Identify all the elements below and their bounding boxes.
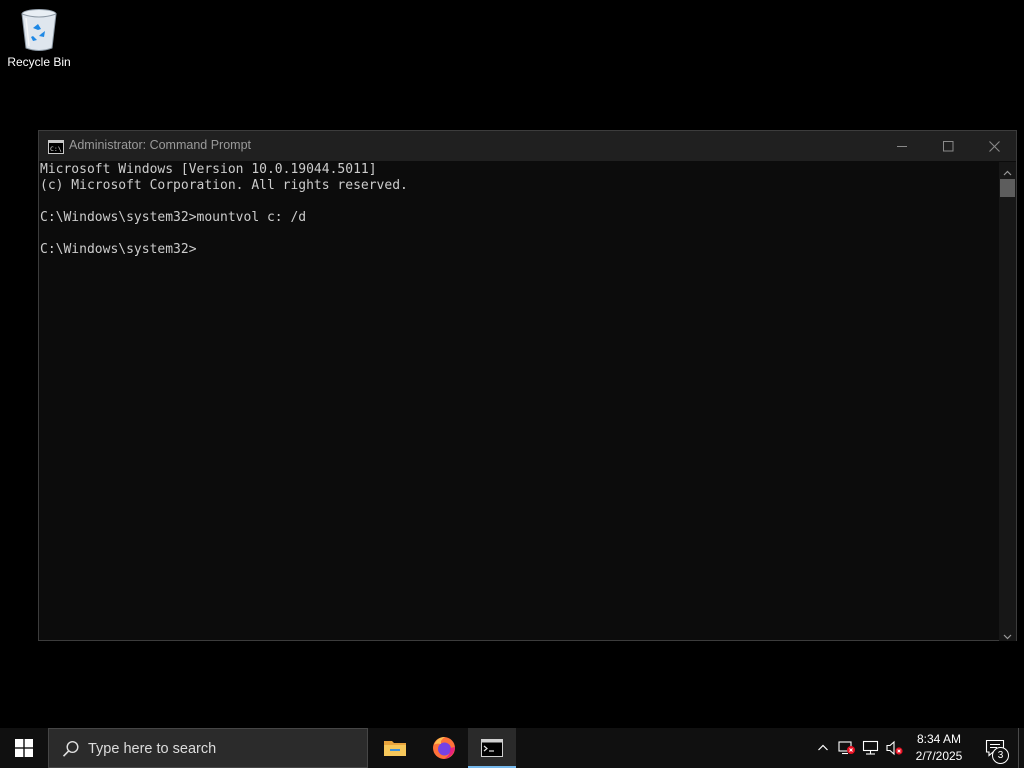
vertical-scrollbar[interactable] — [999, 162, 1016, 641]
tray-security-button[interactable] — [836, 728, 858, 768]
console-line: (c) Microsoft Corporation. All rights re… — [40, 178, 408, 193]
desktop-icon-label: Recycle Bin — [7, 55, 71, 69]
taskbar-firefox[interactable] — [420, 728, 468, 768]
window-title: Administrator: Command Prompt — [69, 138, 252, 152]
notification-count-badge: 3 — [992, 747, 1009, 764]
taskbar-file-explorer[interactable] — [371, 728, 419, 768]
command-prompt-window[interactable]: C:\ Administrator: Command Prompt Micros… — [38, 130, 1017, 641]
security-alert-icon — [838, 741, 855, 755]
console-line: Microsoft Windows [Version 10.0.19044.50… — [40, 162, 377, 177]
scroll-thumb[interactable] — [1000, 179, 1015, 197]
tray-volume-button[interactable] — [884, 728, 906, 768]
maximize-icon — [942, 140, 953, 151]
desktop-icon-recycle-bin[interactable]: Recycle Bin — [4, 6, 74, 69]
taskbar-search-box[interactable]: Type here to search — [48, 728, 368, 768]
taskbar-command-prompt[interactable] — [468, 728, 516, 768]
windows-logo-icon — [15, 739, 33, 757]
volume-muted-icon — [886, 740, 903, 756]
search-icon — [62, 740, 80, 758]
console-prompt-line: C:\Windows\system32> — [40, 242, 197, 257]
close-icon — [988, 140, 1000, 152]
desktop: Recycle Bin C:\ Administrator: Command P… — [0, 0, 1024, 728]
chevron-up-icon — [818, 744, 828, 751]
show-desktop-button[interactable] — [1018, 728, 1024, 768]
network-icon — [862, 740, 879, 755]
scroll-down-icon[interactable] — [1002, 627, 1013, 640]
tray-network-button[interactable] — [860, 728, 882, 768]
cmd-icon: C:\ — [48, 139, 64, 154]
console-output[interactable]: Microsoft Windows [Version 10.0.19044.50… — [39, 162, 999, 641]
console-line: C:\Windows\system32>mountvol c: /d — [40, 210, 307, 225]
show-hidden-icons-button[interactable] — [813, 728, 833, 768]
maximize-button[interactable] — [925, 131, 971, 161]
firefox-icon — [433, 737, 455, 759]
clock-time: 8:34 AM — [916, 732, 962, 746]
close-button[interactable] — [971, 131, 1017, 161]
file-explorer-icon — [384, 741, 406, 756]
minimize-button[interactable] — [879, 131, 925, 161]
cmd-icon — [481, 739, 503, 757]
clock-date: 2/7/2025 — [915, 749, 963, 763]
title-bar[interactable]: C:\ Administrator: Command Prompt — [39, 131, 1016, 161]
recycle-bin-icon — [17, 6, 61, 52]
action-center-button[interactable]: 3 — [978, 728, 1012, 768]
search-placeholder: Type here to search — [88, 741, 217, 757]
start-button[interactable] — [0, 728, 48, 768]
scroll-up-icon[interactable] — [1002, 164, 1013, 176]
svg-text:C:\: C:\ — [50, 145, 62, 153]
minimize-icon — [896, 145, 907, 147]
taskbar-clock[interactable]: 8:34 AM 2/7/2025 — [908, 731, 970, 765]
taskbar: Type here to search 8:34 AM 2/7/2025 3 — [0, 728, 1024, 768]
